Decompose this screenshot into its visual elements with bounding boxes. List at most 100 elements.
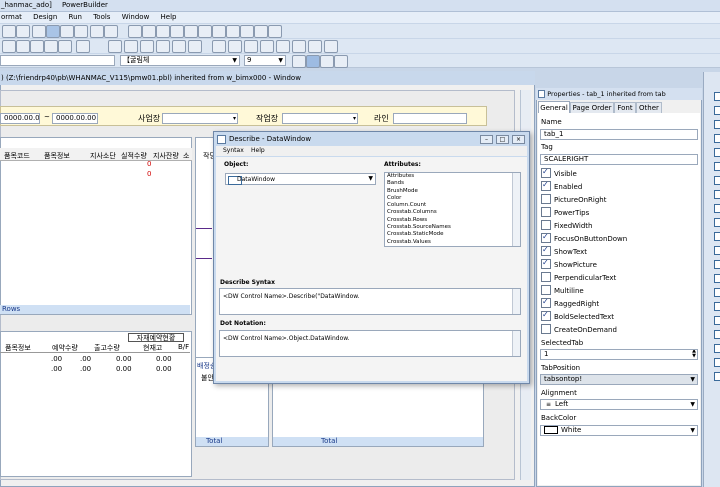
toolbar-icon[interactable] <box>142 25 156 38</box>
toolbar-icon[interactable] <box>260 40 274 53</box>
toolbar-icon[interactable] <box>74 25 88 38</box>
fixed-width-checkbox[interactable]: FixedWidth <box>541 220 592 232</box>
toolbox-item-icon[interactable] <box>714 246 720 255</box>
toolbox-item-icon[interactable] <box>714 316 720 325</box>
toolbox-item-icon[interactable] <box>714 274 720 283</box>
list-item[interactable]: Color <box>387 195 520 202</box>
line-input[interactable] <box>393 113 467 124</box>
font-name-select[interactable]: 【굴림체 ▼ <box>120 55 240 66</box>
toolbar-icon[interactable] <box>212 25 226 38</box>
toolbox-item-icon[interactable] <box>714 288 720 297</box>
list-item[interactable]: Crosstab.StaticMode <box>387 231 520 238</box>
menu-window[interactable]: Window <box>122 12 150 23</box>
toolbox-item-icon[interactable] <box>714 358 720 367</box>
list-scrollbar[interactable] <box>512 173 520 246</box>
menu-run[interactable]: Run <box>69 12 82 23</box>
list-item[interactable]: Column.Count <box>387 202 520 209</box>
list-item[interactable]: BrushMode <box>387 188 520 195</box>
toolbox-item-icon[interactable] <box>714 232 720 241</box>
toolbar-icon[interactable] <box>324 40 338 53</box>
font-size-select[interactable]: 9 ▼ <box>244 55 286 66</box>
show-picture-checkbox[interactable]: ShowPicture <box>541 257 597 271</box>
alignment-select[interactable]: ≡ Left ▼ <box>540 399 698 410</box>
toolbar-icon[interactable] <box>76 40 90 53</box>
toolbox-item-icon[interactable] <box>714 162 720 171</box>
work-site-select[interactable]: ▾ <box>282 113 358 124</box>
menu-tools[interactable]: Tools <box>93 12 110 23</box>
toolbar-icon[interactable] <box>44 40 58 53</box>
toolbox-item-icon[interactable] <box>714 148 720 157</box>
align-left-icon[interactable] <box>306 55 320 68</box>
toolbar-icon[interactable] <box>2 25 16 38</box>
list-item[interactable]: Crosstab.Values <box>387 239 520 246</box>
ragged-right-checkbox[interactable]: RaggedRight <box>541 296 599 310</box>
date-from-input[interactable]: 0000.00.00 <box>0 113 40 124</box>
toolbox-item-icon[interactable] <box>714 176 720 185</box>
toolbar-icon[interactable] <box>128 25 142 38</box>
style-input[interactable] <box>0 55 115 66</box>
dot-notation-field[interactable]: <DW Control Name>.Object.DataWindow. <box>219 330 521 357</box>
create-on-demand-checkbox[interactable]: CreateOnDemand <box>541 324 617 336</box>
toolbar-icon[interactable] <box>172 40 186 53</box>
object-select[interactable]: DataWindow ▼ <box>225 173 376 185</box>
bold-icon[interactable] <box>292 55 306 68</box>
toolbar-icon[interactable] <box>184 25 198 38</box>
toolbar-icon[interactable] <box>244 40 258 53</box>
date-to-input[interactable]: 0000.00.00 <box>52 113 98 124</box>
menu-design[interactable]: Design <box>33 12 57 23</box>
menu-format[interactable]: ormat <box>1 12 22 23</box>
toolbar-icon[interactable] <box>254 25 268 38</box>
toolbar-icon[interactable] <box>276 40 290 53</box>
list-item[interactable]: Crosstab.SourceNames <box>387 224 520 231</box>
toolbar-icon[interactable] <box>212 40 226 53</box>
toolbox-item-icon[interactable] <box>714 92 720 101</box>
toolbar-icon[interactable] <box>156 40 170 53</box>
toolbar-icon[interactable] <box>140 40 154 53</box>
toolbox-item-icon[interactable] <box>714 302 720 311</box>
toolbar-icon[interactable] <box>124 40 138 53</box>
list-item[interactable]: Crosstab.Columns <box>387 209 520 216</box>
menu-help[interactable]: Help <box>161 12 177 23</box>
toolbar-icon[interactable] <box>170 25 184 38</box>
toolbox-item-icon[interactable] <box>714 372 720 381</box>
toolbar-icon[interactable] <box>308 40 322 53</box>
align-right-icon[interactable] <box>334 55 348 68</box>
list-item[interactable]: Bands <box>387 180 520 187</box>
toolbar-icon[interactable] <box>226 25 240 38</box>
toolbar-icon[interactable] <box>60 25 74 38</box>
field-scrollbar[interactable] <box>512 331 520 356</box>
align-center-icon[interactable] <box>320 55 334 68</box>
list-item[interactable]: Attributes <box>387 173 520 180</box>
toolbox-item-icon[interactable] <box>714 106 720 115</box>
toolbox-item-icon[interactable] <box>714 134 720 143</box>
toolbar-icon[interactable] <box>16 40 30 53</box>
perpendicular-text-checkbox[interactable]: PerpendicularText <box>541 272 616 284</box>
toolbar-icon[interactable] <box>30 40 44 53</box>
toolbar-icon[interactable] <box>108 40 122 53</box>
toolbar-icon[interactable] <box>90 25 104 38</box>
toolbar-icon[interactable] <box>2 40 16 53</box>
menu-help[interactable]: Help <box>251 147 265 154</box>
toolbar-icon[interactable] <box>240 25 254 38</box>
toolbar-icon[interactable] <box>188 40 202 53</box>
minimize-button[interactable]: – <box>480 135 493 144</box>
picture-on-right-checkbox[interactable]: PictureOnRight <box>541 194 606 206</box>
close-button[interactable]: × <box>512 135 525 144</box>
bold-selected-text-checkbox[interactable]: BoldSelectedText <box>541 309 614 323</box>
list-item[interactable]: Crosstab.Rows <box>387 217 520 224</box>
attributes-list[interactable]: Attributes Bands BrushMode Color Column.… <box>384 172 521 247</box>
site-select[interactable]: ▾ <box>162 113 238 124</box>
power-tips-checkbox[interactable]: PowerTips <box>541 207 589 219</box>
toolbox-item-icon[interactable] <box>714 330 720 339</box>
field-scrollbar[interactable] <box>512 289 520 314</box>
backcolor-select[interactable]: White ▼ <box>540 425 698 436</box>
toolbar-icon[interactable] <box>32 25 46 38</box>
toolbox-item-icon[interactable] <box>714 120 720 129</box>
toolbox-item-icon[interactable] <box>714 260 720 269</box>
describe-syntax-field[interactable]: <DW Control Name>.Describe("DataWindow. <box>219 288 521 315</box>
focus-on-button-down-checkbox[interactable]: FocusOnButtonDown <box>541 231 627 245</box>
menu-syntax[interactable]: Syntax <box>223 147 244 154</box>
toolbar-icon[interactable] <box>16 25 30 38</box>
toolbar-icon[interactable] <box>58 40 72 53</box>
toolbox-item-icon[interactable] <box>714 344 720 353</box>
